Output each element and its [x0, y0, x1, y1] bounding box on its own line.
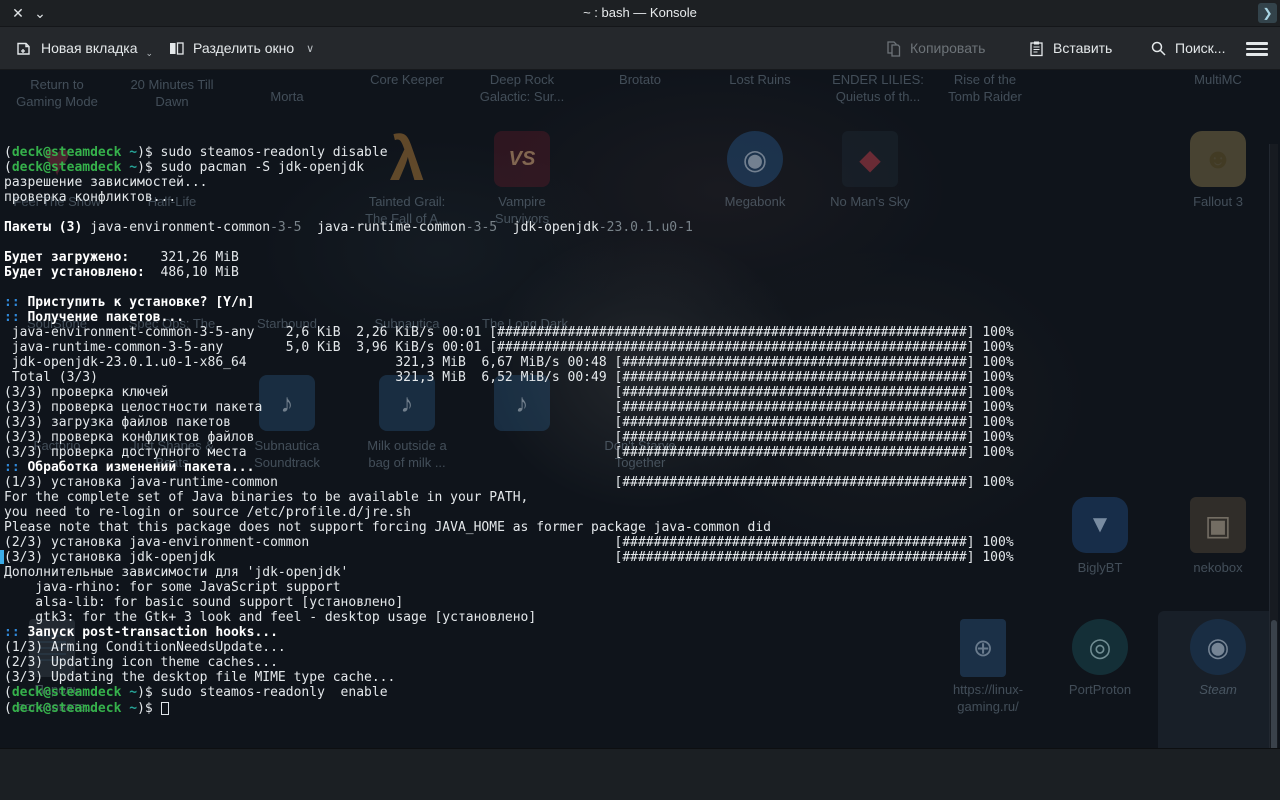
copy-icon — [885, 40, 902, 57]
biglybt-label: BiglyBT — [1041, 559, 1159, 576]
split-window-button[interactable]: Разделить окно ∨ — [168, 34, 314, 62]
biglybt-icon: ▼ — [1072, 497, 1128, 553]
copy-button[interactable]: Копировать — [885, 34, 985, 62]
ghost-selection-highlight — [1158, 611, 1278, 761]
window-titlebar: ✕ ⌄ ~ : bash — Konsole ❯ — [0, 0, 1280, 27]
return-to-gaming-mode-label: Return toGaming Mode — [0, 76, 116, 110]
ender-lilies-label: ENDER LILIES:Quietus of th... — [819, 71, 937, 105]
hamburger-menu-icon[interactable] — [1246, 39, 1268, 57]
paste-label: Вставить — [1053, 40, 1112, 56]
new-tab-button[interactable]: Новая вкладка ⌄ — [16, 34, 153, 62]
window-title: ~ : bash — Konsole — [0, 0, 1280, 26]
paste-icon — [1028, 40, 1045, 57]
konsole-toolbar: Новая вкладка ⌄ Разделить окно ∨ Копиров… — [0, 27, 1280, 70]
new-tab-label: Новая вкладка — [41, 40, 138, 56]
portproton-icon: ◎ — [1072, 619, 1128, 675]
search-button[interactable]: Поиск... — [1150, 34, 1225, 62]
nekobox-label: nekobox — [1159, 559, 1277, 576]
paste-button[interactable]: Вставить — [1028, 34, 1112, 62]
core-keeper-label: Core Keeper — [348, 71, 466, 88]
brotato-label: Brotato — [581, 71, 699, 88]
multimc-label: MultiMC — [1159, 71, 1277, 88]
lost-ruins-label: Lost Ruins — [701, 71, 819, 88]
terminal-output: (deck@steamdeck ~)$ sudo steamos-readonl… — [4, 145, 1014, 715]
split-dropdown-icon[interactable]: ∨ — [306, 42, 314, 55]
portproton-label: PortProton — [1041, 681, 1159, 698]
fallout-3-icon: ☻ — [1190, 131, 1246, 187]
terminal-viewport[interactable]: Return toGaming Mode20 Minutes TillDawnM… — [0, 70, 1280, 748]
morta-label: Morta — [228, 88, 346, 105]
fallout-3-label: Fallout 3 — [1159, 193, 1277, 210]
search-icon — [1150, 40, 1167, 57]
new-tab-dropdown-icon[interactable]: ⌄ — [146, 48, 154, 59]
new-output-marker — [0, 550, 4, 564]
split-window-label: Разделить окно — [193, 40, 294, 56]
nekobox-icon: ▣ — [1190, 497, 1246, 553]
deep-rock-galactic-label: Deep RockGalactic: Sur... — [463, 71, 581, 105]
taskbar: us 15% 15:24 02.01.2026 — [0, 748, 1280, 800]
new-tab-icon — [16, 40, 33, 57]
screen: ✕ ⌄ ~ : bash — Konsole ❯ Новая вкладка ⌄… — [0, 0, 1280, 800]
rise-of-the-tomb-raider-label: Rise of theTomb Raider — [926, 71, 1044, 105]
20-minutes-till-dawn-label: 20 Minutes TillDawn — [113, 76, 231, 110]
copy-label: Копировать — [910, 40, 985, 56]
panel-edge-button[interactable]: ❯ — [1258, 3, 1277, 23]
search-label: Поиск... — [1175, 40, 1225, 56]
split-window-icon — [168, 40, 185, 57]
terminal-scrollbar[interactable] — [1269, 144, 1278, 800]
